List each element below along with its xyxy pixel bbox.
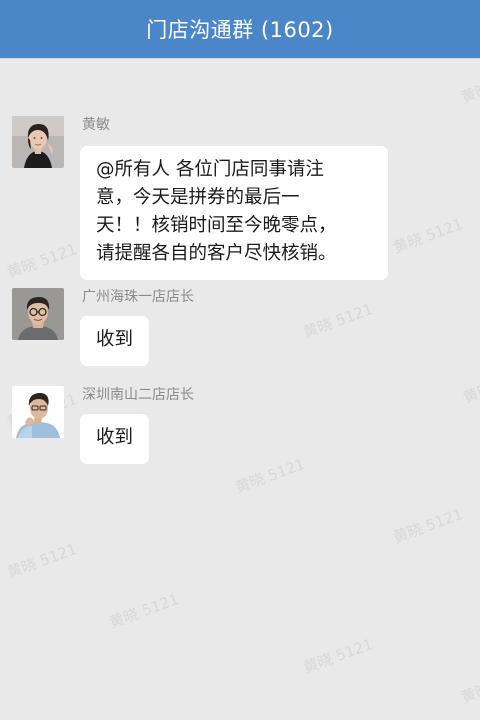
avatar[interactable] [12, 386, 64, 438]
watermark: 黄晓 5121 [300, 634, 376, 677]
watermark: 黄晓 5121 [460, 365, 480, 407]
sender-name: 黄敏 [82, 117, 110, 133]
avatar[interactable] [12, 288, 64, 340]
watermark: 黄晓 5121 [390, 214, 466, 257]
message-text: 收到 [96, 329, 134, 350]
sender-name: 深圳南山二店店长 [82, 387, 194, 403]
chat-message-area[interactable]: 黄晓 5121 黄晓 5121 黄晓 5121 黄晓 5121 黄晓 5121 … [0, 58, 480, 720]
watermark: 黄晓 5121 [232, 454, 308, 497]
message-bubble[interactable]: 收到 [80, 414, 150, 464]
watermark: 黄晓 5121 [300, 299, 376, 342]
message-bubble[interactable]: @所有人 各位门店同事请注 意，今天是拼券的最后一 天！！核销时间至今晚零点， … [80, 146, 388, 280]
message-bubble[interactable]: 收到 [80, 316, 150, 366]
avatar[interactable] [12, 116, 64, 168]
message-text-line: 天！！核销时间至今晚零点， [96, 215, 337, 236]
watermark: 黄晓 5121 [4, 239, 80, 282]
man-with-glasses-portrait-icon [12, 288, 64, 340]
watermark: 黄晓 5121 [390, 504, 466, 547]
group-title: 门店沟通群 (1602) [146, 18, 334, 42]
watermark: 黄晓 5121 [458, 665, 480, 707]
sender-name: 广州海珠一店店长 [82, 289, 194, 305]
watermark: 黄晓 5121 [106, 589, 182, 632]
watermark: 黄晓 5121 [458, 65, 480, 107]
message-text: 收到 [96, 427, 134, 448]
woman-portrait-icon [12, 116, 64, 168]
watermark: 黄晓 5121 [4, 539, 80, 582]
man-thinking-portrait-icon [12, 386, 64, 438]
chat-header: 门店沟通群 (1602) [0, 0, 480, 58]
message-text-line: @所有人 各位门店同事请注 [96, 159, 324, 180]
message-text-line: 意，今天是拼券的最后一 [96, 187, 300, 208]
message-text-line: 请提醒各自的客户尽快核销。 [96, 243, 337, 264]
